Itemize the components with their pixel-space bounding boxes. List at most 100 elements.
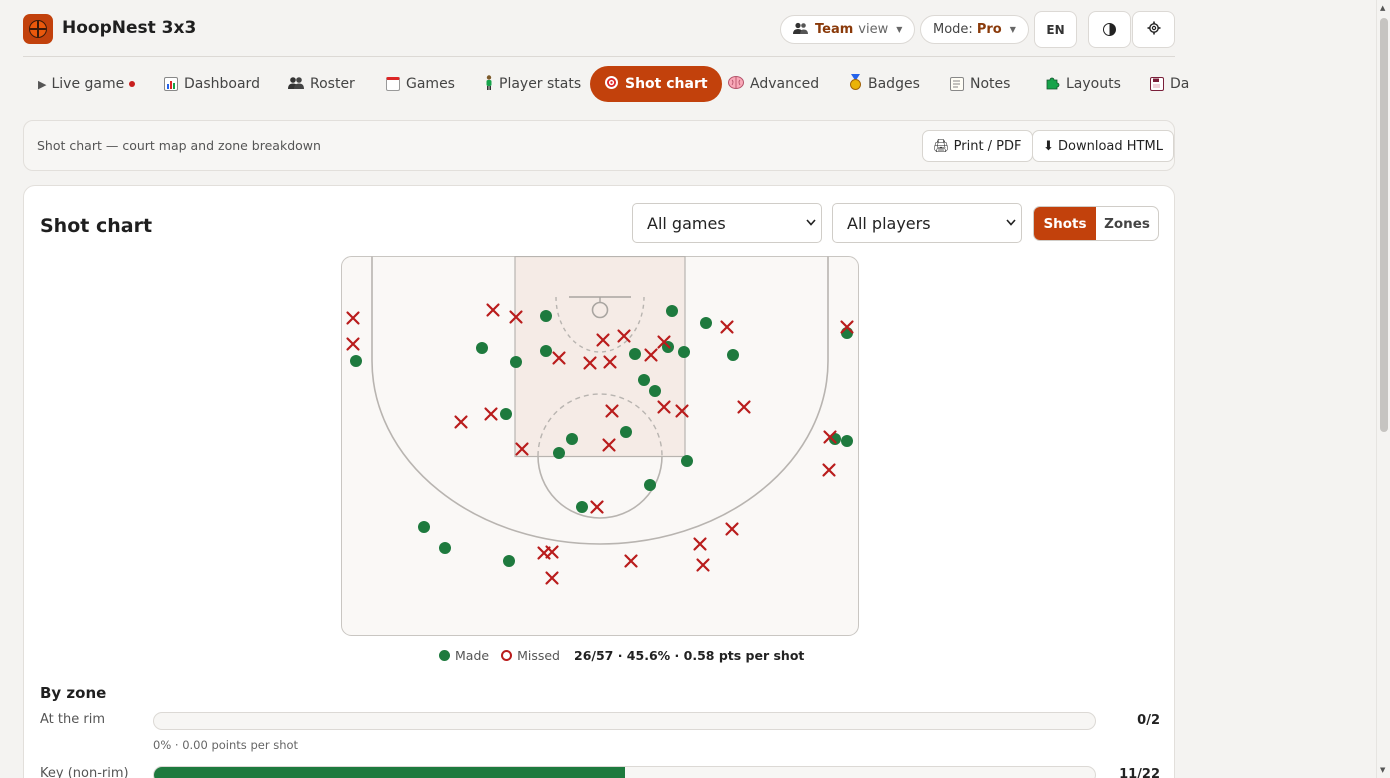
play-icon: ▶ bbox=[38, 77, 47, 91]
shot-chart-card: Shot chart All games All players Shots Z… bbox=[23, 185, 1175, 778]
main-nav: ▶ Live game Dashboard Roster Games Playe… bbox=[23, 66, 1193, 103]
gear-icon bbox=[1147, 21, 1161, 39]
scrollbar-thumb[interactable] bbox=[1380, 18, 1388, 432]
made-shot-marker bbox=[620, 426, 632, 438]
team-view-label: Team bbox=[815, 22, 854, 37]
tab-notes[interactable]: Notes bbox=[950, 66, 1010, 102]
contrast-icon bbox=[1103, 23, 1116, 36]
tab-label: Live game bbox=[51, 76, 125, 92]
key-paint bbox=[514, 256, 686, 458]
mode-dropdown[interactable]: Mode: Pro ▼ bbox=[920, 15, 1029, 44]
tab-label: Advanced bbox=[750, 76, 820, 92]
tab-player-stats[interactable]: Player stats bbox=[484, 66, 581, 102]
tab-label: Layouts bbox=[1066, 76, 1121, 92]
made-shot-marker bbox=[649, 385, 661, 397]
zone-row: Key (non-rim) 11/22 bbox=[40, 766, 1160, 778]
target-icon bbox=[604, 75, 619, 94]
made-shot-marker bbox=[350, 355, 362, 367]
tab-roster[interactable]: Roster bbox=[288, 66, 355, 102]
made-shot-marker bbox=[666, 305, 678, 317]
team-view-suffix: view bbox=[858, 22, 889, 37]
shot-legend: Made Missed 26/57 · 45.6% · 0.58 pts per… bbox=[439, 648, 804, 663]
made-shot-marker bbox=[540, 310, 552, 322]
medal-icon bbox=[849, 74, 862, 94]
mode-value: Pro bbox=[976, 22, 1002, 37]
made-marker-icon bbox=[439, 650, 450, 661]
made-shot-marker bbox=[841, 327, 853, 339]
tab-label: Games bbox=[406, 76, 455, 92]
zone-progress-bar bbox=[153, 712, 1096, 730]
games-select-value: All games bbox=[647, 213, 726, 233]
players-select[interactable]: All players bbox=[832, 203, 1022, 243]
bar-chart-icon bbox=[164, 77, 178, 91]
tab-games[interactable]: Games bbox=[386, 66, 455, 102]
zone-progress-bar bbox=[153, 766, 1096, 778]
made-shot-marker bbox=[681, 455, 693, 467]
tab-label: Da bbox=[1170, 76, 1190, 92]
tab-dashboard[interactable]: Dashboard bbox=[164, 66, 260, 102]
made-shot-marker bbox=[841, 435, 853, 447]
basketball-logo-icon bbox=[23, 14, 53, 44]
zone-name: At the rim bbox=[40, 712, 105, 727]
made-shot-marker bbox=[629, 348, 641, 360]
players-select-value: All players bbox=[847, 213, 931, 233]
calendar-icon bbox=[386, 77, 400, 91]
made-shot-marker bbox=[439, 542, 451, 554]
tab-label: Badges bbox=[868, 76, 920, 92]
tab-advanced[interactable]: Advanced bbox=[728, 66, 819, 102]
made-shot-marker bbox=[700, 317, 712, 329]
made-shot-marker bbox=[727, 349, 739, 361]
games-select[interactable]: All games bbox=[632, 203, 822, 243]
print-pdf-button[interactable]: 🖨 Print / PDF bbox=[922, 130, 1033, 162]
zone-value: 0/2 bbox=[1137, 713, 1160, 728]
person-icon bbox=[484, 74, 494, 94]
made-shot-marker bbox=[510, 356, 522, 368]
tab-label: Roster bbox=[310, 76, 355, 92]
zone-subtext: 0% · 0.00 points per shot bbox=[153, 738, 299, 752]
legend-made-label: Made bbox=[455, 648, 490, 663]
zones-toggle-button[interactable]: Zones bbox=[1096, 207, 1158, 240]
court-map[interactable] bbox=[341, 256, 859, 636]
card-title: Shot chart bbox=[40, 215, 153, 237]
chevron-down-icon: ▼ bbox=[1009, 25, 1016, 34]
theme-toggle-button[interactable] bbox=[1088, 11, 1131, 48]
made-shot-marker bbox=[638, 374, 650, 386]
live-indicator-dot bbox=[129, 81, 136, 87]
settings-button[interactable] bbox=[1132, 11, 1175, 48]
tab-label: Notes bbox=[970, 76, 1011, 92]
tab-badges[interactable]: Badges bbox=[849, 66, 920, 102]
brain-icon bbox=[728, 75, 744, 93]
made-shot-marker bbox=[476, 342, 488, 354]
mode-label: Mode: bbox=[933, 22, 973, 37]
shots-toggle-button[interactable]: Shots bbox=[1034, 207, 1096, 240]
scroll-down-arrow-icon[interactable]: ▼ bbox=[1380, 766, 1385, 774]
language-button[interactable]: EN bbox=[1034, 11, 1077, 48]
missed-marker-icon bbox=[501, 650, 513, 661]
zone-value: 11/22 bbox=[1119, 767, 1160, 778]
page-scrollbar[interactable]: ▲ ▼ bbox=[1376, 0, 1390, 778]
download-html-button[interactable]: ⬇ Download HTML bbox=[1032, 130, 1174, 162]
tab-live-game[interactable]: ▶ Live game bbox=[38, 66, 136, 102]
zone-name: Key (non-rim) bbox=[40, 766, 129, 778]
made-shot-marker bbox=[418, 521, 430, 533]
scroll-up-arrow-icon[interactable]: ▲ bbox=[1380, 4, 1385, 12]
made-shot-marker bbox=[553, 447, 565, 459]
made-shot-marker bbox=[576, 501, 588, 513]
made-shot-marker bbox=[503, 555, 515, 567]
view-toggle: Shots Zones bbox=[1033, 206, 1159, 241]
made-shot-marker bbox=[500, 408, 512, 420]
page-description: Shot chart — court map and zone breakdow… bbox=[37, 138, 321, 153]
shooting-summary: 26/57 · 45.6% · 0.58 pts per shot bbox=[574, 648, 805, 663]
team-view-dropdown[interactable]: Team view ▼ bbox=[780, 15, 916, 44]
tab-shot-chart[interactable]: Shot chart bbox=[590, 66, 722, 102]
people-icon bbox=[793, 22, 808, 38]
floppy-icon bbox=[1150, 77, 1164, 91]
made-shot-marker bbox=[678, 346, 690, 358]
legend-missed-label: Missed bbox=[517, 648, 560, 663]
tab-layouts[interactable]: Layouts bbox=[1045, 66, 1121, 102]
people-icon bbox=[288, 76, 304, 93]
tab-label: Shot chart bbox=[625, 76, 708, 92]
chevron-down-icon: ▼ bbox=[896, 25, 903, 34]
tab-label: Dashboard bbox=[184, 76, 260, 92]
tab-data[interactable]: Da bbox=[1150, 66, 1189, 102]
